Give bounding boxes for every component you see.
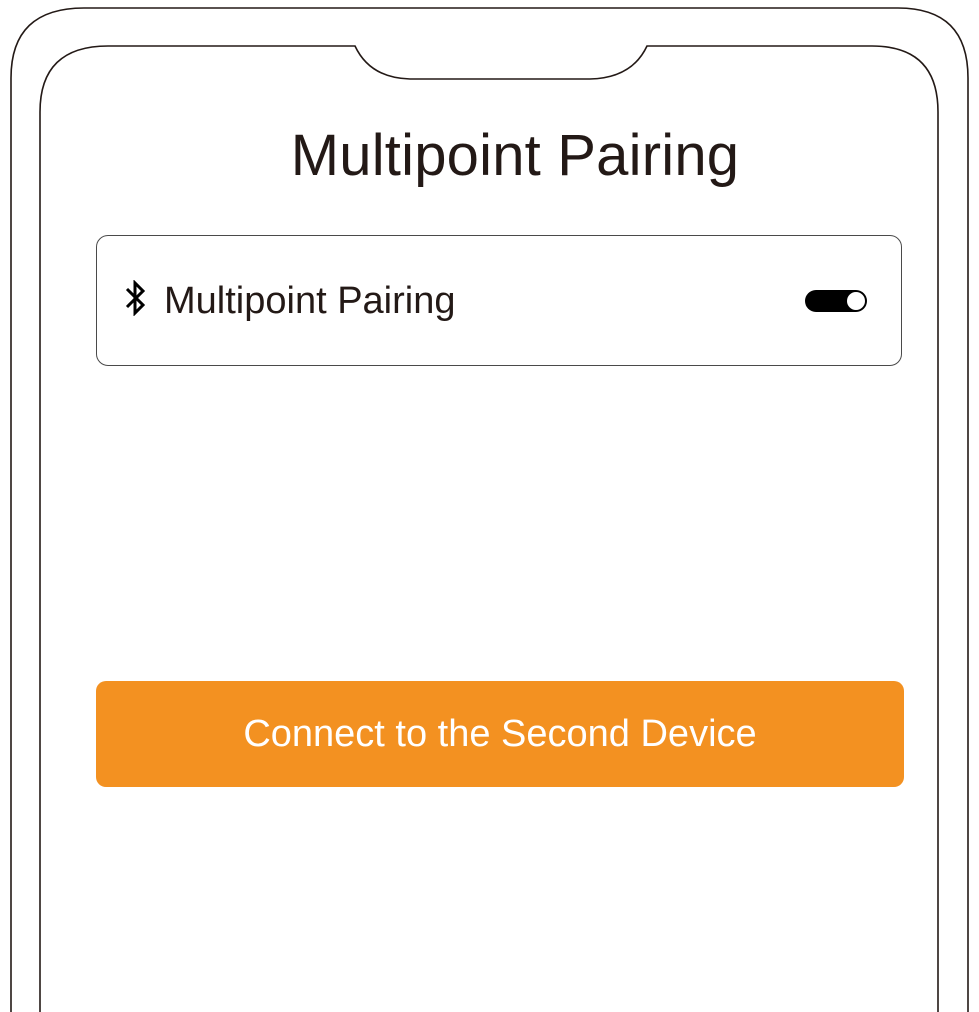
page-title: Multipoint Pairing [290,123,740,188]
bluetooth-icon [125,280,146,316]
connect-second-device-button[interactable]: Connect to the Second Device [96,681,904,787]
multipoint-pairing-toggle[interactable] [805,290,867,312]
setting-label: Multipoint Pairing [164,280,456,322]
phone-mockup: Multipoint Pairing Multipoint Pairing Co… [0,0,979,1012]
multipoint-pairing-setting: Multipoint Pairing [96,235,902,366]
toggle-knob [846,291,866,311]
